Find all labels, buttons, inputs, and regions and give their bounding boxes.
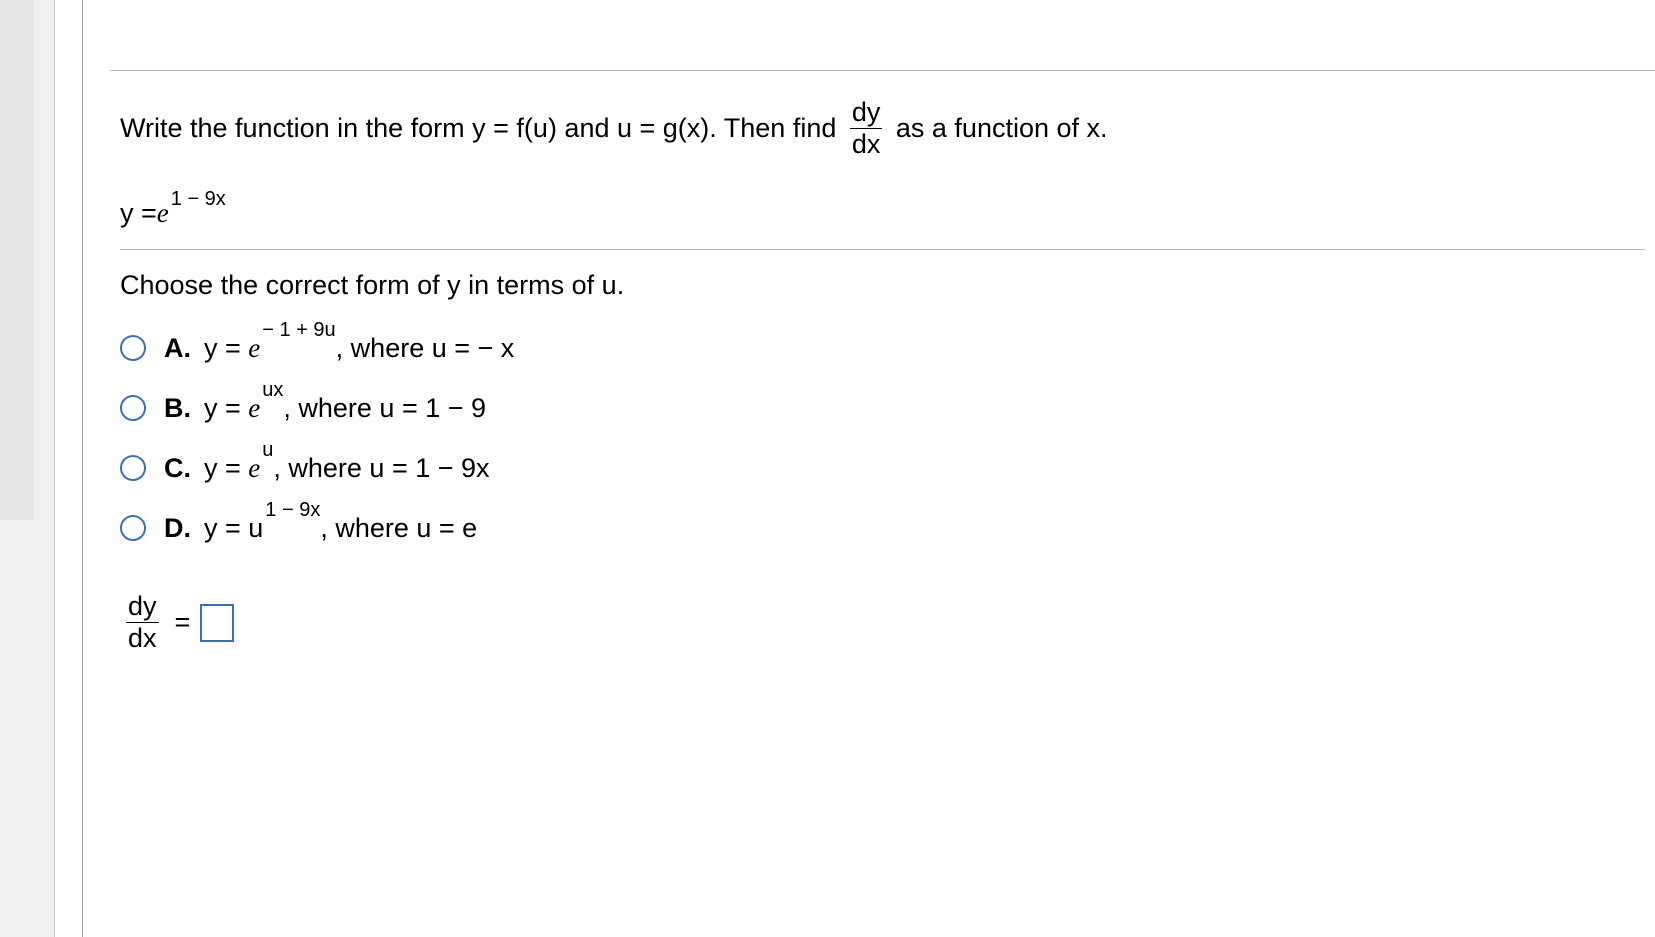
choice-d-label: D.	[164, 513, 204, 544]
choice-b-label: B.	[164, 393, 204, 424]
choice-a-body: y = e − 1 + 9u , where u = − x	[204, 333, 514, 364]
question-content: Write the function in the form y = f(u) …	[110, 0, 1655, 937]
page: Write the function in the form y = f(u) …	[0, 0, 1655, 937]
choice-d-exp: 1 − 9x	[265, 499, 320, 522]
choice-b: B. y = e ux , where u = 1 − 9	[120, 387, 1645, 429]
choice-b-post: , where u = 1 − 9	[283, 393, 486, 424]
choice-d-body: y = u 1 − 9x , where u = e	[204, 513, 477, 544]
choice-c-e: e	[248, 453, 260, 484]
choice-a-pre: y =	[204, 333, 248, 364]
prompt-part1: Write the function in the form y = f(u) …	[120, 113, 844, 144]
given-function: y = e 1 − 9x	[120, 198, 1645, 229]
sub-prompt: Choose the correct form of y in terms of…	[120, 270, 1645, 301]
choice-c-post: , where u = 1 − 9x	[273, 453, 489, 484]
fraction-den: dx	[850, 128, 883, 158]
left-margin	[55, 0, 83, 937]
radio-a[interactable]	[120, 335, 146, 361]
fraction-dy-dx: dy dx	[850, 99, 883, 158]
given-e: e	[157, 198, 169, 229]
choice-b-body: y = e ux , where u = 1 − 9	[204, 393, 486, 424]
answer-input[interactable]	[200, 604, 234, 642]
fraction-num: dy	[850, 99, 883, 128]
radio-b[interactable]	[120, 395, 146, 421]
given-lhs: y =	[120, 198, 157, 229]
prompt-part2: as a function of x.	[888, 113, 1107, 144]
given-exponent: 1 − 9x	[171, 188, 226, 211]
choice-a-post: , where u = − x	[336, 333, 515, 364]
choice-a-label: A.	[164, 333, 204, 364]
choice-d-post: , where u = e	[320, 513, 477, 544]
choice-b-exp: ux	[262, 379, 283, 402]
choice-b-pre: y =	[204, 393, 248, 424]
choices: A. y = e − 1 + 9u , where u = − x B. y =…	[120, 327, 1645, 549]
answer-row: dy dx =	[120, 593, 1645, 652]
left-gutter	[0, 0, 55, 937]
answer-frac-den: dx	[126, 622, 159, 652]
choice-a: A. y = e − 1 + 9u , where u = − x	[120, 327, 1645, 369]
radio-d[interactable]	[120, 515, 146, 541]
choice-b-e: e	[248, 393, 260, 424]
scrollbar-thumb[interactable]	[0, 0, 34, 520]
prompt: Write the function in the form y = f(u) …	[120, 99, 1645, 158]
radio-c[interactable]	[120, 455, 146, 481]
answer-equals: =	[175, 607, 191, 638]
choice-c-label: C.	[164, 453, 204, 484]
choice-a-e: e	[248, 333, 260, 364]
choice-c-exp: u	[262, 439, 273, 462]
choice-d-pre: y = u	[204, 513, 263, 544]
choice-a-exp: − 1 + 9u	[262, 319, 335, 342]
answer-fraction: dy dx	[126, 593, 159, 652]
choice-c-pre: y =	[204, 453, 248, 484]
choice-d: D. y = u 1 − 9x , where u = e	[120, 507, 1645, 549]
choice-c-body: y = e u , where u = 1 − 9x	[204, 453, 490, 484]
divider-mid	[120, 249, 1645, 250]
question-block: Write the function in the form y = f(u) …	[110, 71, 1655, 674]
answer-frac-num: dy	[126, 593, 159, 622]
choice-c: C. y = e u , where u = 1 − 9x	[120, 447, 1645, 489]
